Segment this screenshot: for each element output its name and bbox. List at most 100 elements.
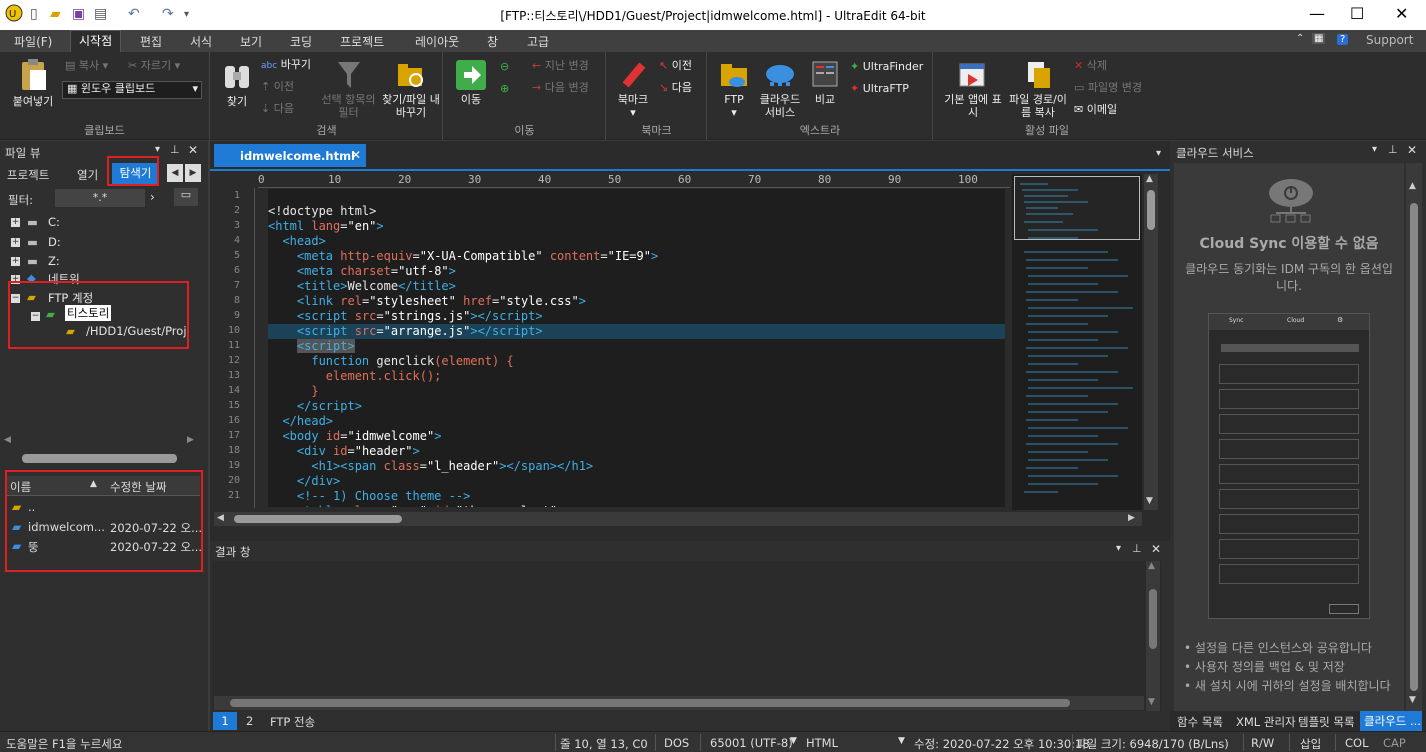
- status-line-ending[interactable]: DOS: [664, 736, 689, 750]
- tab-function-list[interactable]: 함수 목록: [1177, 714, 1223, 730]
- cloud-scroll-up-icon[interactable]: ▲: [1409, 181, 1416, 191]
- delete-button[interactable]: ✕ 삭제: [1074, 59, 1107, 72]
- results-scroll-up-icon[interactable]: ▲: [1148, 561, 1155, 571]
- status-col-mode[interactable]: COL: [1345, 736, 1369, 750]
- cloud-vscrollbar[interactable]: ▲ ▼: [1406, 163, 1422, 711]
- cloud-close-icon[interactable]: ✕: [1407, 143, 1417, 157]
- menu-layout[interactable]: 레이아웃: [415, 33, 459, 50]
- status-language[interactable]: HTML: [806, 736, 838, 750]
- tab-cloud[interactable]: 클라우드 ...: [1360, 711, 1422, 731]
- status-insert-mode[interactable]: 삽입: [1300, 736, 1321, 752]
- results-menu-icon[interactable]: ▾: [1116, 543, 1121, 554]
- cloud-pin-icon[interactable]: ⊥: [1388, 143, 1398, 156]
- results-hscrollbar[interactable]: [214, 696, 1144, 710]
- tree-scrollbar-thumb[interactable]: [22, 454, 177, 463]
- ultraftp-button[interactable]: ✦ UltraFTP: [850, 82, 909, 95]
- find-prev-button[interactable]: ⇡ 이전: [261, 80, 294, 93]
- minimize-button[interactable]: —: [1309, 4, 1325, 23]
- email-button[interactable]: ✉ 이메일: [1074, 103, 1117, 116]
- tab-xml-manager[interactable]: XML 관리자: [1236, 714, 1296, 730]
- replace-button[interactable]: abc 바꾸기: [261, 58, 311, 73]
- tree-scroll-left-icon[interactable]: ◀: [4, 435, 11, 445]
- results-hscroll-thumb[interactable]: [230, 699, 1070, 707]
- code-view[interactable]: <!doctype html> <html lang="en"> <head> …: [268, 189, 1005, 507]
- minimap[interactable]: [1012, 174, 1142, 510]
- rename-button[interactable]: ▭ 파일명 변경: [1074, 81, 1142, 94]
- results-pin-icon[interactable]: ⊥: [1132, 542, 1142, 555]
- results-close-icon[interactable]: ✕: [1151, 542, 1161, 556]
- menu-start[interactable]: 시작점: [70, 30, 122, 52]
- ribbon-collapse-icon[interactable]: ⌃: [1296, 33, 1304, 44]
- cloud-scroll-down-icon[interactable]: ▼: [1409, 695, 1416, 705]
- menu-file[interactable]: 파일(F): [14, 33, 52, 50]
- scroll-down-icon[interactable]: ▼: [1146, 496, 1153, 506]
- results-tab-2[interactable]: 2: [246, 714, 253, 728]
- menu-advanced[interactable]: 고급: [527, 33, 549, 50]
- expand-icon[interactable]: +: [11, 238, 20, 247]
- expand-icon[interactable]: +: [11, 218, 20, 227]
- maximize-button[interactable]: ☐: [1350, 4, 1364, 23]
- editor-hscrollbar[interactable]: ◀ ▶: [214, 512, 1142, 526]
- tree-item-c[interactable]: C:: [48, 215, 60, 229]
- tab-open[interactable]: 열기: [77, 167, 98, 183]
- menu-view[interactable]: 보기: [240, 33, 262, 50]
- tab-close-icon[interactable]: ✕: [351, 148, 361, 162]
- ftp-button[interactable]: FTP ▾: [716, 60, 752, 119]
- cut-button[interactable]: ✂ 자르기 ▾: [128, 59, 180, 72]
- results-tab-ftp[interactable]: FTP 전송: [270, 714, 315, 730]
- tab-template-list[interactable]: 템플릿 목록: [1298, 714, 1355, 730]
- scroll-left-icon[interactable]: ◀: [217, 513, 224, 523]
- last-change-button[interactable]: ← 지난 변경: [532, 59, 589, 72]
- filter-apply-icon[interactable]: ›: [150, 190, 155, 204]
- help-icon[interactable]: ?: [1337, 34, 1349, 45]
- nav-back-icon[interactable]: ⊖: [500, 60, 509, 73]
- find-button[interactable]: 찾기: [221, 60, 253, 108]
- tab-scroll-right-icon[interactable]: ▶: [185, 164, 201, 182]
- editor-vscroll-thumb[interactable]: [1147, 190, 1155, 230]
- filter-input[interactable]: *.*: [55, 189, 145, 207]
- menu-project[interactable]: 프로젝트: [340, 33, 384, 50]
- results-vscroll-thumb[interactable]: [1149, 589, 1157, 649]
- menu-edit[interactable]: 편집: [140, 33, 162, 50]
- encoding-dropdown-icon[interactable]: ▼: [790, 736, 797, 746]
- theme-icon[interactable]: ▦: [1312, 33, 1326, 44]
- goto-button[interactable]: 이동: [454, 60, 488, 106]
- scroll-right-icon[interactable]: ▶: [1128, 513, 1135, 523]
- close-window-button[interactable]: ✕: [1395, 4, 1408, 23]
- windows-clipboard-select[interactable]: ▦ 윈도우 클립보드 ▾: [62, 81, 202, 99]
- scroll-up-icon[interactable]: ▲: [1146, 174, 1153, 184]
- bookmark-next-button[interactable]: ↘ 다음: [659, 81, 692, 94]
- editor-vscrollbar[interactable]: ▲ ▼: [1144, 174, 1158, 510]
- expand-icon[interactable]: +: [11, 257, 20, 266]
- bookmark-button[interactable]: 북마크 ▾: [613, 60, 653, 119]
- compare-button[interactable]: 비교: [810, 60, 840, 106]
- menu-format[interactable]: 서식: [190, 33, 212, 50]
- copy-button[interactable]: ▤ 복사 ▾: [65, 59, 108, 72]
- cloud-menu-icon[interactable]: ▾: [1372, 144, 1377, 155]
- browse-folder-icon[interactable]: ▭: [174, 188, 198, 206]
- bookmark-prev-button[interactable]: ↖ 이전: [659, 59, 692, 72]
- find-in-files-button[interactable]: 찾기/파일 내 바꾸기: [381, 60, 441, 119]
- tab-list-icon[interactable]: ▾: [1156, 148, 1161, 159]
- tree-item-d[interactable]: D:: [48, 235, 61, 249]
- nav-forward-icon[interactable]: ⊕: [500, 82, 509, 95]
- cloud-vscroll-thumb[interactable]: [1410, 203, 1418, 691]
- results-output[interactable]: [212, 561, 1162, 711]
- tab-idmwelcome[interactable]: idmwelcome.html ✕: [214, 144, 366, 167]
- support-link[interactable]: Support: [1366, 33, 1413, 47]
- paste-button[interactable]: 붙여넣기: [8, 58, 58, 108]
- status-encoding[interactable]: 65001 (UTF-8): [710, 736, 793, 750]
- find-next-button[interactable]: ⇣ 다음: [261, 102, 294, 115]
- editor-hscroll-thumb[interactable]: [234, 515, 402, 523]
- filter-selection-button[interactable]: 선택 항목의 필터: [316, 60, 381, 119]
- ultrafinder-button[interactable]: ✦ UltraFinder: [850, 60, 923, 73]
- pin-icon[interactable]: ⊥: [170, 143, 180, 156]
- menu-coding[interactable]: 코딩: [290, 33, 312, 50]
- tab-scroll-left-icon[interactable]: ◀: [167, 164, 183, 182]
- language-dropdown-icon[interactable]: ▼: [898, 736, 905, 746]
- results-tab-1[interactable]: 1: [213, 712, 237, 730]
- results-vscrollbar[interactable]: ▲ ▼: [1146, 561, 1160, 711]
- panel-menu-icon[interactable]: ▾: [155, 144, 160, 155]
- tree-item-z[interactable]: Z:: [48, 254, 60, 268]
- copy-path-button[interactable]: 파일 경로/이름 복사: [1006, 60, 1070, 119]
